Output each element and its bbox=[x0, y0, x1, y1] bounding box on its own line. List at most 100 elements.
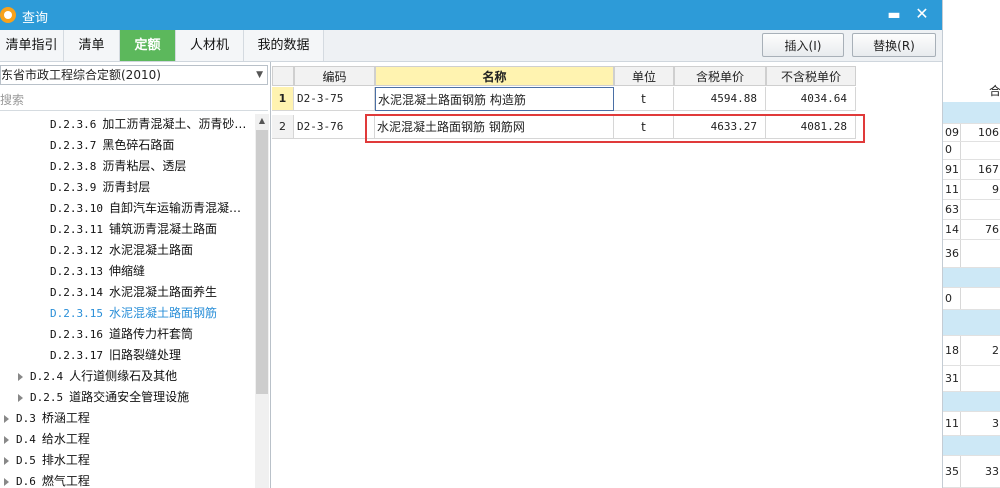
tree-item-label: 沥青封层 bbox=[102, 180, 151, 194]
tree-item-label: 沥青粘层、透层 bbox=[102, 159, 187, 173]
tree-item-label: 给水工程 bbox=[41, 432, 90, 446]
tree-item[interactable]: D.2.3.17 旧路裂缝处理 bbox=[50, 345, 181, 366]
tree-item-code: D.2.3.17 bbox=[50, 349, 103, 362]
tree-item[interactable]: D.2.3.12 水泥混凝土路面 bbox=[50, 240, 193, 261]
bg-cell-b: 167 bbox=[978, 163, 999, 176]
tree-item-label: 桥涵工程 bbox=[41, 411, 90, 425]
bg-row: 0 bbox=[943, 288, 1000, 310]
expand-arrow-icon[interactable] bbox=[18, 372, 23, 381]
tab-quota[interactable]: 定额 bbox=[120, 30, 176, 61]
tree-item[interactable]: D.2.3.10 自卸汽车运输沥青混凝… bbox=[50, 198, 241, 219]
bg-row bbox=[943, 436, 1000, 456]
tree-item-label: 伸缩缝 bbox=[108, 264, 145, 278]
bg-cell-a: 0 bbox=[945, 292, 952, 305]
bg-cell-a: 0 bbox=[945, 143, 952, 156]
tree-item-code: D.2.3.12 bbox=[50, 244, 103, 257]
tab-bar: 清单指引 清单 定额 人材机 我的数据 插入(I) 替换(R) bbox=[0, 30, 942, 62]
tree-item-code: D.2.3.11 bbox=[50, 223, 103, 236]
minimize-button[interactable]: ▬ bbox=[884, 4, 904, 24]
tree-item[interactable]: D.2.4 人行道侧缘石及其他 bbox=[18, 366, 177, 387]
bg-row bbox=[943, 102, 1000, 124]
tree-item[interactable]: D.2.3.6 加工沥青混凝土、沥青砂… bbox=[50, 114, 246, 135]
scroll-up-icon[interactable]: ▲ bbox=[255, 114, 269, 128]
tree-item[interactable]: D.2.5 道路交通安全管理设施 bbox=[18, 387, 189, 408]
quota-library-select[interactable]: 东省市政工程综合定额(2010) ▼ bbox=[0, 65, 268, 85]
expand-arrow-icon[interactable] bbox=[4, 435, 9, 444]
bg-cell-b: 2 bbox=[992, 344, 999, 357]
cell-price-tax[interactable]: 4594.88 bbox=[674, 87, 766, 111]
header-price-tax[interactable]: 含税单价 bbox=[674, 66, 766, 86]
tree-item[interactable]: D.2.3.11 铺筑沥青混凝土路面 bbox=[50, 219, 217, 240]
tree-item-code: D.2.3.16 bbox=[50, 328, 103, 341]
tree-item[interactable]: D.2.3.7 黑色碎石路面 bbox=[50, 135, 174, 156]
tab-list[interactable]: 清单 bbox=[64, 30, 120, 61]
replace-button[interactable]: 替换(R) bbox=[852, 33, 936, 57]
tree-item[interactable]: D.2.3.16 道路传力杆套筒 bbox=[50, 324, 193, 345]
row-index: 2 bbox=[272, 115, 294, 139]
tree-item[interactable]: D.2.3.14 水泥混凝土路面养生 bbox=[50, 282, 217, 303]
bg-cell-a: 35 bbox=[945, 465, 959, 478]
cell-code[interactable]: D2-3-75 bbox=[294, 87, 375, 111]
quota-library-value: 东省市政工程综合定额(2010) bbox=[1, 68, 161, 82]
tree-item[interactable]: D.5 排水工程 bbox=[4, 450, 90, 471]
bg-row bbox=[943, 268, 1000, 288]
bg-row: 31 bbox=[943, 366, 1000, 392]
bg-cell-a: 18 bbox=[945, 344, 959, 357]
quota-tree: D.2.3.6 加工沥青混凝土、沥青砂… D.2.3.7 黑色碎石路面 D.2.3.8 沥… bbox=[0, 114, 254, 488]
header-price-notax[interactable]: 不含税单价 bbox=[766, 66, 856, 86]
bg-cell-b: 3 bbox=[992, 417, 999, 430]
highlight-annotation-box bbox=[365, 114, 865, 143]
bg-row: 0 bbox=[943, 140, 1000, 160]
header-code[interactable]: 编码 bbox=[294, 66, 375, 86]
header-unit[interactable]: 单位 bbox=[614, 66, 674, 86]
expand-arrow-icon[interactable] bbox=[4, 456, 9, 465]
tree-item-code: D.2.3.9 bbox=[50, 181, 97, 194]
cell-price-notax[interactable]: 4034.64 bbox=[766, 87, 856, 111]
bg-cell-a: 91 bbox=[945, 163, 959, 176]
bg-row: 11 3 bbox=[943, 412, 1000, 436]
expand-arrow-icon[interactable] bbox=[18, 393, 23, 402]
tree-item-label: 黑色碎石路面 bbox=[102, 138, 175, 152]
cell-code[interactable]: D2-3-76 bbox=[294, 115, 375, 139]
tree-item-label: 水泥混凝土路面钢筋 bbox=[108, 306, 217, 320]
header-rownum bbox=[272, 66, 294, 86]
background-window: 合 09 106 0 91 167 11 9 63 14 76 36 0 18 2 31 11 3 35 33 bbox=[942, 0, 1000, 488]
cell-name[interactable]: 水泥混凝土路面钢筋 构造筋 bbox=[375, 87, 614, 111]
title-bar: 查询 ▬ ✕ bbox=[0, 0, 942, 30]
tree-item[interactable]: D.3 桥涵工程 bbox=[4, 408, 90, 429]
tree-item[interactable]: D.2.3.9 沥青封层 bbox=[50, 177, 150, 198]
tree-item[interactable]: D.2.3.15 水泥混凝土路面钢筋 bbox=[50, 303, 217, 324]
tree-item-code: D.2.3.7 bbox=[50, 139, 97, 152]
tree-item[interactable]: D.2.3.8 沥青粘层、透层 bbox=[50, 156, 186, 177]
tree-item-label: 人行道侧缘石及其他 bbox=[69, 369, 178, 383]
bg-row: 35 33 bbox=[943, 456, 1000, 488]
tab-my-data[interactable]: 我的数据 bbox=[244, 30, 324, 61]
cell-unit[interactable]: t bbox=[614, 87, 674, 111]
tree-item-label: 道路交通安全管理设施 bbox=[69, 390, 190, 404]
expand-arrow-icon[interactable] bbox=[4, 414, 9, 423]
tree-item-code: D.2.3.15 bbox=[50, 307, 103, 320]
tree-item-code: D.4 bbox=[16, 433, 36, 446]
insert-button[interactable]: 插入(I) bbox=[762, 33, 844, 57]
tree-scrollbar[interactable]: ▲ bbox=[255, 114, 269, 488]
bg-cell-a: 36 bbox=[945, 247, 959, 260]
expand-arrow-icon[interactable] bbox=[4, 477, 9, 486]
tree-item-label: 加工沥青混凝土、沥青砂… bbox=[102, 117, 247, 131]
quota-table: 编码 名称 单位 含税单价 不含税单价 1 D2-3-75 水泥混凝土路面钢筋 … bbox=[272, 62, 940, 488]
dropdown-arrow-icon[interactable]: ▼ bbox=[256, 66, 263, 84]
bg-row bbox=[943, 310, 1000, 336]
tree-item-code: D.2.4 bbox=[30, 370, 64, 383]
scroll-thumb[interactable] bbox=[256, 130, 268, 394]
tree-item-label: 旧路裂缝处理 bbox=[108, 348, 181, 362]
tab-list-guide[interactable]: 清单指引 bbox=[0, 30, 64, 61]
tree-item-code: D.3 bbox=[16, 412, 36, 425]
bg-row: 91 167 bbox=[943, 160, 1000, 180]
tab-labor-material-machine[interactable]: 人材机 bbox=[176, 30, 244, 61]
tree-item[interactable]: D.2.3.13 伸缩缝 bbox=[50, 261, 145, 282]
search-input[interactable] bbox=[0, 89, 268, 111]
header-name[interactable]: 名称 bbox=[375, 66, 614, 86]
close-button[interactable]: ✕ bbox=[912, 4, 932, 24]
tree-item[interactable]: D.4 给水工程 bbox=[4, 429, 90, 450]
tree-item[interactable]: D.6 燃气工程 bbox=[4, 471, 90, 488]
tree-item-code: D.2.3.10 bbox=[50, 202, 103, 215]
